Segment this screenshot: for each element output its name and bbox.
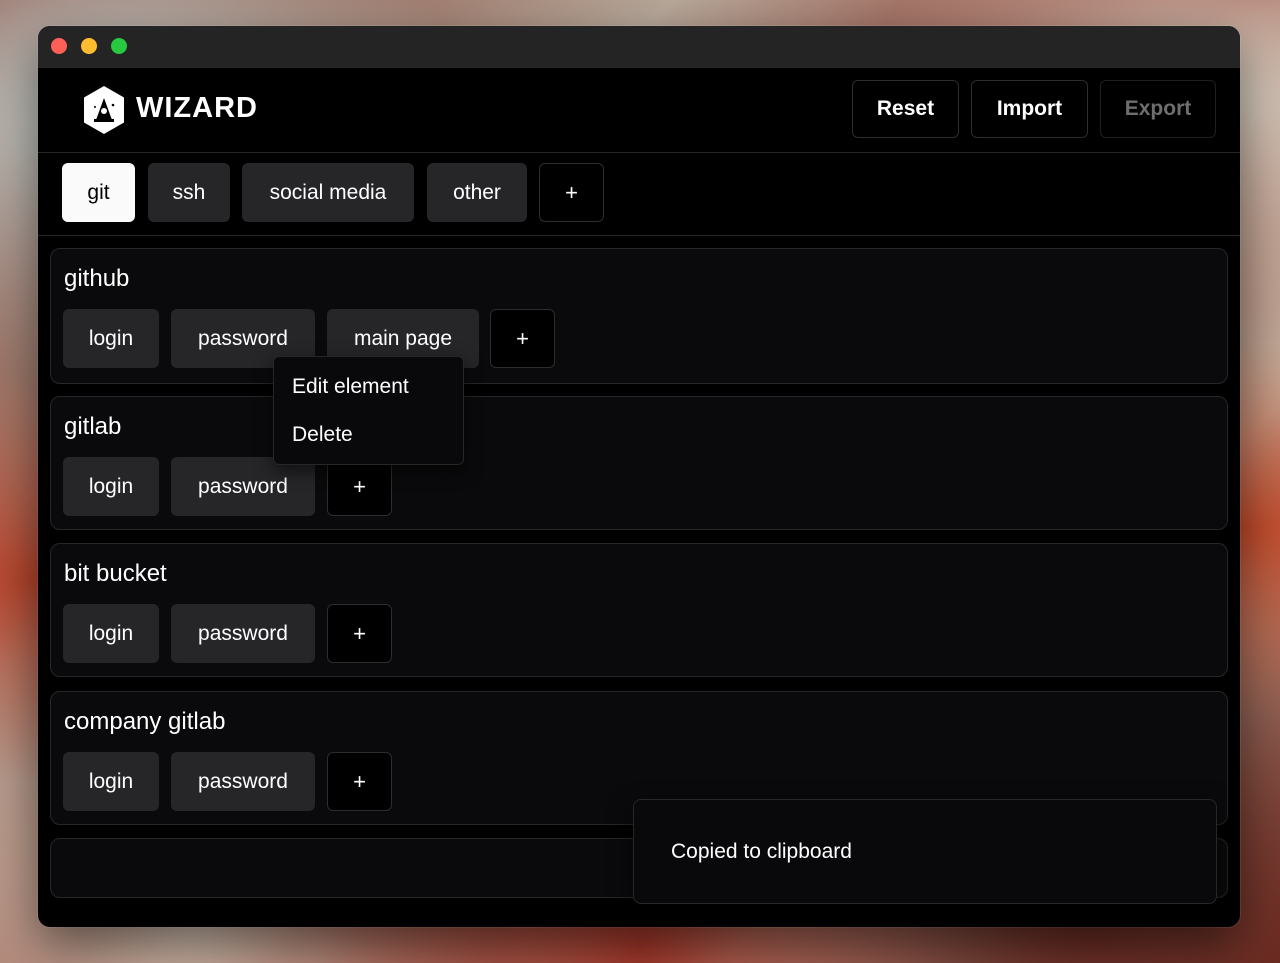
add-element-button[interactable]: +: [327, 752, 392, 811]
minimize-window-button[interactable]: [81, 38, 97, 54]
menu-item-delete[interactable]: Delete: [292, 423, 353, 447]
toast-notification: Copied to clipboard: [633, 799, 1217, 904]
menu-item-edit-element[interactable]: Edit element: [292, 375, 409, 399]
export-button[interactable]: Export: [1100, 80, 1216, 138]
element-button-login[interactable]: login: [63, 604, 159, 663]
tab-ssh[interactable]: ssh: [148, 163, 230, 222]
element-button-password[interactable]: password: [171, 604, 315, 663]
element-context-menu: Edit element Delete: [273, 356, 464, 465]
element-button-login[interactable]: login: [63, 752, 159, 811]
element-button-password[interactable]: password: [171, 457, 315, 516]
app-title: WIZARD: [136, 92, 258, 124]
reset-button[interactable]: Reset: [852, 80, 959, 138]
tab-git[interactable]: git: [62, 163, 135, 222]
group-card-bit-bucket: bit bucket login password +: [50, 543, 1228, 677]
group-title: github: [64, 265, 130, 292]
tab-other[interactable]: other: [427, 163, 527, 222]
app-window: WIZARD Reset Import Export git ssh socia…: [38, 26, 1240, 927]
add-tab-button[interactable]: +: [539, 163, 604, 222]
toast-message: Copied to clipboard: [671, 840, 852, 863]
element-button-password[interactable]: password: [171, 752, 315, 811]
element-button-login[interactable]: login: [63, 309, 159, 368]
category-tab-bar: git ssh social media other +: [38, 153, 1240, 236]
wizard-logo-icon: [84, 86, 124, 134]
import-button[interactable]: Import: [971, 80, 1088, 138]
group-card-github: github login password main page +: [50, 248, 1228, 384]
group-title: company gitlab: [64, 708, 226, 735]
close-window-button[interactable]: [51, 38, 67, 54]
app-header: WIZARD Reset Import Export: [38, 68, 1240, 153]
add-element-button[interactable]: +: [327, 457, 392, 516]
group-title: bit bucket: [64, 560, 167, 587]
group-title: gitlab: [64, 413, 122, 440]
tab-social-media[interactable]: social media: [242, 163, 414, 222]
group-card-gitlab: gitlab login password +: [50, 396, 1228, 530]
title-bar: [38, 26, 1240, 68]
maximize-window-button[interactable]: [111, 38, 127, 54]
add-element-button[interactable]: +: [327, 604, 392, 663]
element-button-login[interactable]: login: [63, 457, 159, 516]
add-element-button[interactable]: +: [490, 309, 555, 368]
